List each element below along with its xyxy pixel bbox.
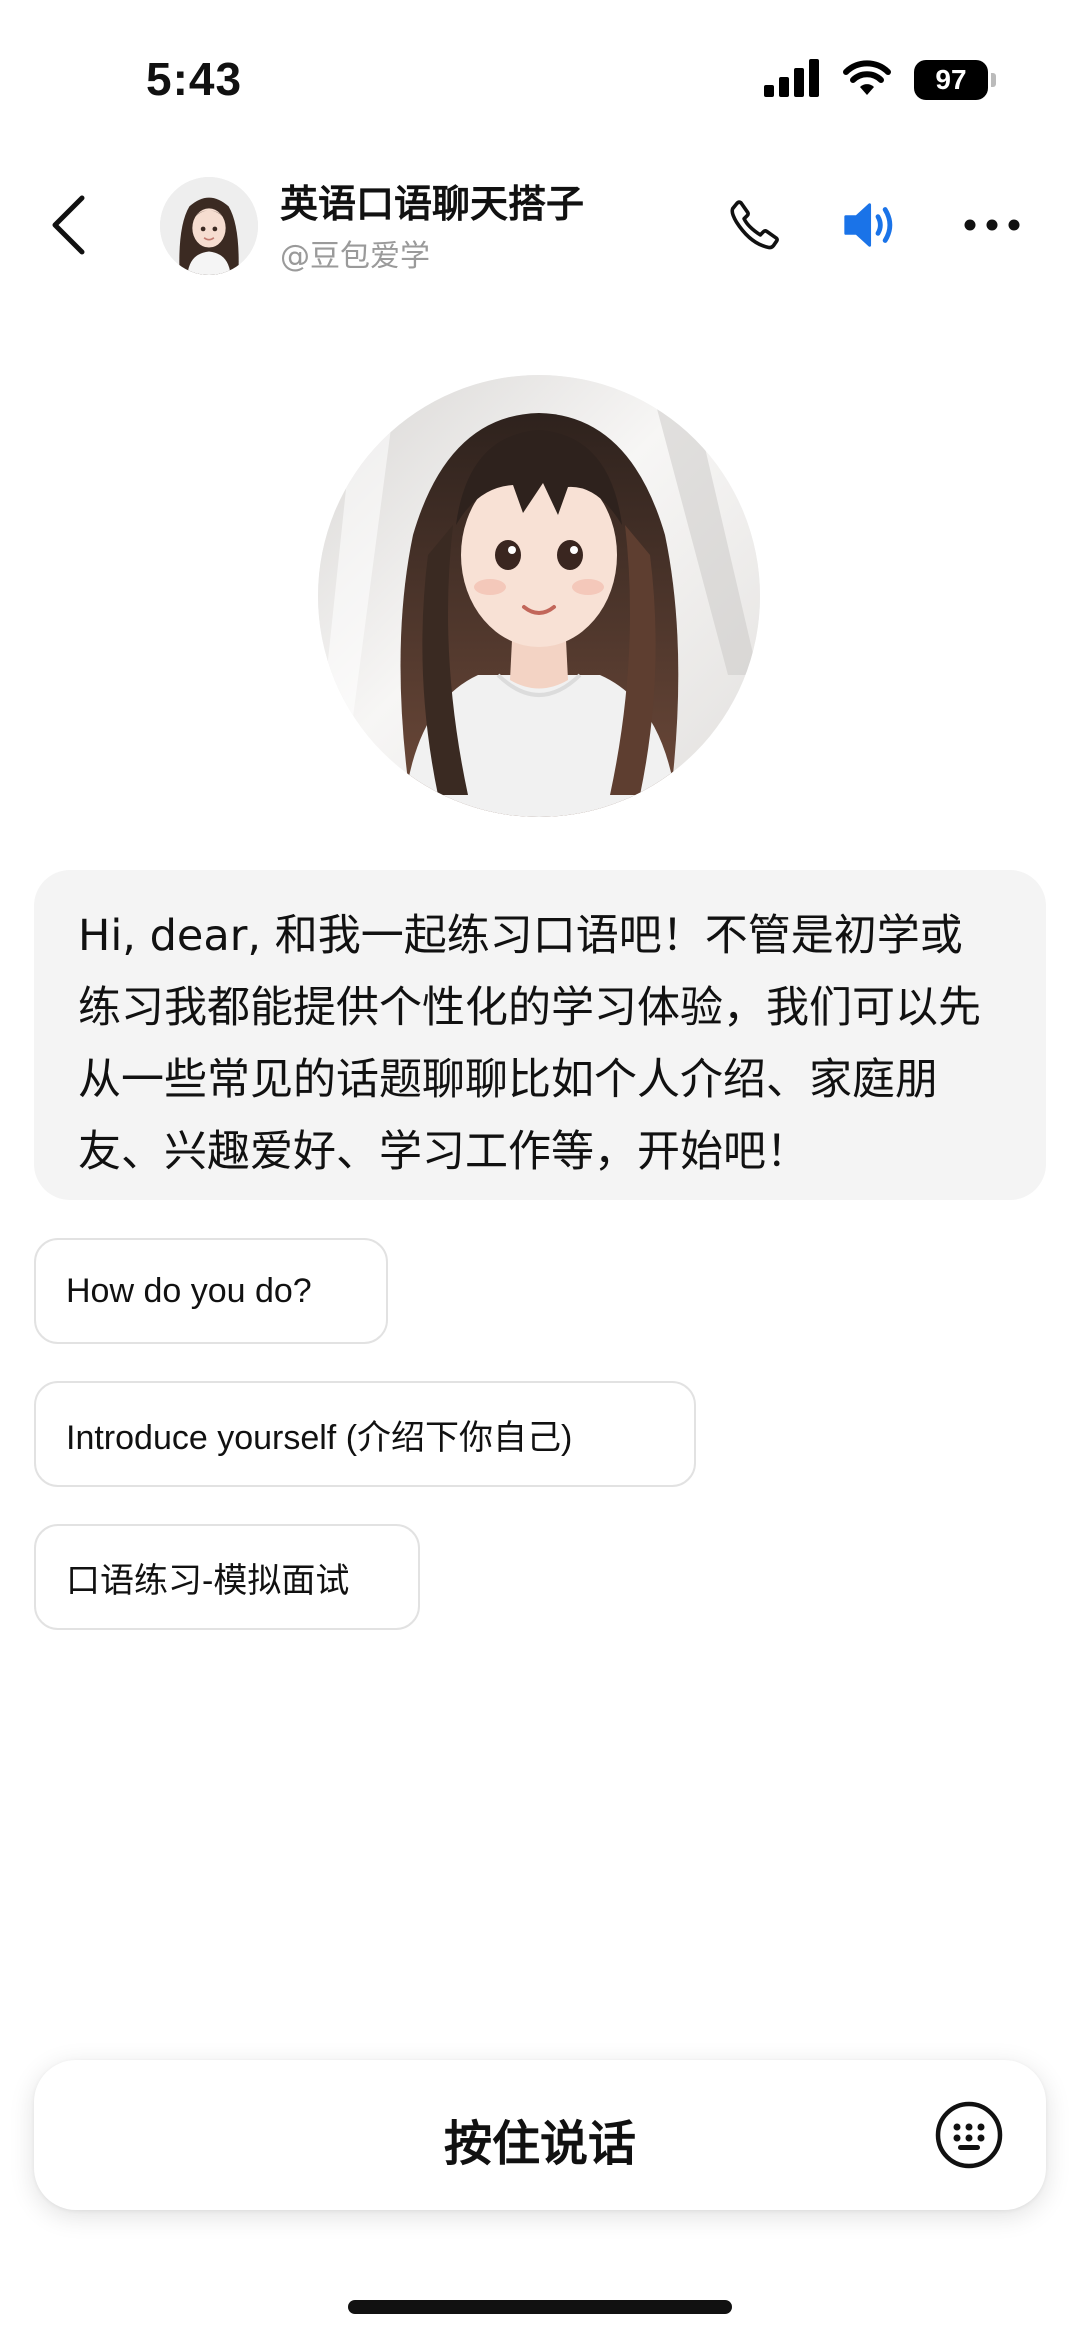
chat-screen: 5:43 97 英语口语聊天搭子 @豆包爱学 Hi, dear, 和我一起练习口… <box>0 0 1080 2341</box>
signal-icon <box>764 59 820 101</box>
call-button[interactable] <box>716 187 792 263</box>
speaker-icon <box>844 203 893 247</box>
more-icon <box>964 219 1020 231</box>
home-indicator <box>348 2300 732 2314</box>
hold-to-talk-label: 按住说话 <box>443 2116 636 2172</box>
keyboard-icon <box>935 2101 1003 2169</box>
status-time: 5:43 <box>146 53 243 105</box>
keyboard-toggle-button[interactable] <box>934 2100 1004 2170</box>
hold-to-talk-bar[interactable]: 按住说话 <box>34 2060 1046 2210</box>
suggestion-chip[interactable]: How do you do? <box>34 1238 388 1344</box>
chat-title: 英语口语聊天搭子 <box>280 182 585 226</box>
header-avatar[interactable] <box>160 177 258 275</box>
back-button[interactable] <box>40 189 96 261</box>
more-options-button[interactable] <box>954 187 1030 263</box>
profile-avatar <box>318 375 760 817</box>
wifi-icon <box>842 59 892 101</box>
back-chevron-icon <box>52 195 85 255</box>
speaker-toggle-button[interactable] <box>834 187 910 263</box>
status-icons: 97 <box>764 58 996 102</box>
battery-icon: 97 <box>914 60 996 100</box>
phone-icon <box>730 200 779 250</box>
chat-header: 英语口语聊天搭子 @豆包爱学 <box>0 165 1080 285</box>
suggestion-chip[interactable]: 口语练习-模拟面试 <box>34 1524 420 1630</box>
status-bar: 5:43 97 <box>0 0 1080 150</box>
suggestion-chip[interactable]: Introduce yourself (介绍下你自己) <box>34 1381 696 1487</box>
bot-message-text: Hi, dear, 和我一起练习口语吧！不管是初学或练习我都能提供个性化的学习体… <box>78 911 981 1177</box>
bot-message-bubble: Hi, dear, 和我一起练习口语吧！不管是初学或练习我都能提供个性化的学习体… <box>34 870 1046 1200</box>
chat-subtitle: @豆包爱学 <box>280 239 430 274</box>
battery-level: 97 <box>935 64 967 95</box>
